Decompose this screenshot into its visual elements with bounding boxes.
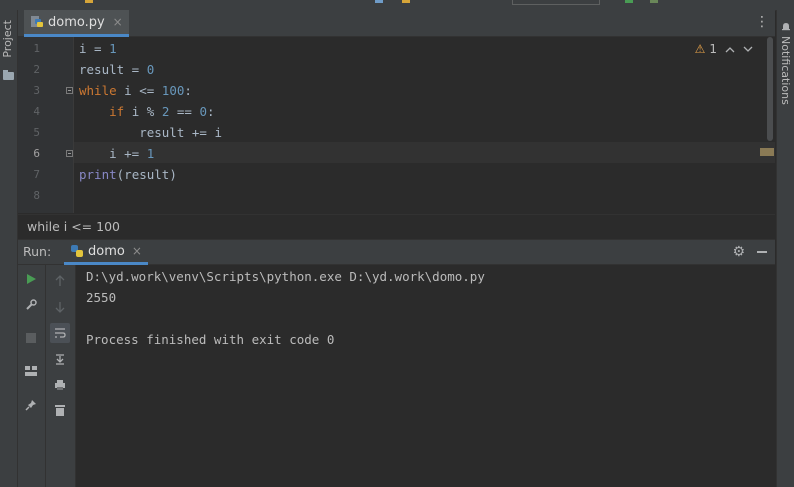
pin-icon[interactable] [21, 395, 41, 415]
rerun-icon[interactable] [21, 269, 41, 289]
bell-icon[interactable] [781, 22, 791, 32]
warning-count: 1 [709, 42, 717, 56]
fold-marker-icon[interactable] [66, 87, 73, 94]
tab-label: domo.py [48, 14, 105, 30]
toolbar-fragment-icon [402, 0, 410, 3]
python-icon [71, 245, 83, 257]
left-tool-stripe: Project [0, 10, 18, 487]
print-icon[interactable] [50, 375, 70, 395]
chevron-down-icon[interactable] [743, 46, 753, 53]
current-line-highlight [74, 142, 775, 163]
code-line[interactable]: i = 1 [79, 41, 117, 56]
vertical-scrollbar[interactable] [767, 37, 773, 141]
code-line[interactable]: while i <= 100: [79, 83, 192, 98]
breadcrumb-item[interactable]: while i <= 100 [27, 219, 120, 234]
code-line[interactable]: i += 1 [79, 146, 154, 161]
run-config-selector[interactable] [512, 0, 600, 5]
line-number: 2 [33, 63, 40, 76]
editor-tab-bar: domo.py × ⋮ [18, 10, 775, 37]
run-tab-close-icon[interactable]: × [132, 244, 142, 258]
console-line: 2550 [86, 290, 117, 305]
code-editor[interactable]: 12345678 i = 1 result = 0 while i <= 100: … [18, 37, 775, 213]
toolbar-fragment-icon [375, 0, 383, 3]
wrench-icon[interactable] [21, 295, 41, 315]
minimize-icon[interactable] [757, 251, 767, 253]
editor-tab-domo-py[interactable]: domo.py × [24, 10, 129, 37]
debug-icon[interactable] [650, 0, 658, 3]
stop-icon[interactable] [21, 328, 41, 348]
line-number: 1 [33, 42, 40, 55]
line-number: 7 [33, 168, 40, 181]
code-line[interactable]: if i % 2 == 0: [79, 104, 214, 119]
code-line[interactable]: result = 0 [79, 62, 154, 77]
folder-icon[interactable] [3, 70, 14, 80]
gear-icon[interactable]: ⚙ [732, 244, 745, 260]
run-toolbar-primary [18, 265, 46, 487]
arrow-down-icon[interactable] [50, 297, 70, 317]
console-line: Process finished with exit code 0 [86, 332, 335, 347]
chevron-up-icon[interactable] [725, 46, 735, 53]
console-line: D:\yd.work\venv\Scripts\python.exe D:\yd… [86, 269, 485, 284]
layout-icon[interactable] [21, 361, 41, 381]
run-toolbar-secondary [46, 265, 76, 487]
python-file-icon [31, 16, 43, 27]
line-number: 3 [33, 84, 40, 97]
warning-icon: ⚠ [694, 42, 706, 56]
arrow-up-icon[interactable] [50, 271, 70, 291]
breadcrumb[interactable]: while i <= 100 [18, 214, 775, 240]
tab-close-icon[interactable]: × [113, 15, 123, 29]
line-number: 8 [33, 189, 40, 202]
code-line[interactable]: print(result) [79, 167, 177, 182]
scroll-to-end-icon[interactable] [50, 349, 70, 369]
line-number: 4 [33, 105, 40, 118]
toolbar-fragment-icon [85, 0, 93, 3]
trash-icon[interactable] [50, 400, 70, 420]
line-number: 5 [33, 126, 40, 139]
right-tool-stripe: Notifications [776, 10, 794, 487]
notifications-tool-button[interactable]: Notifications [779, 36, 792, 105]
run-icon[interactable] [625, 0, 633, 3]
soft-wrap-icon[interactable] [50, 323, 70, 343]
tab-options-icon[interactable]: ⋮ [755, 14, 769, 30]
code-line[interactable]: result += i [79, 125, 222, 140]
project-tool-button[interactable]: Project [1, 20, 14, 58]
run-tab-domo[interactable]: domo × [64, 240, 148, 265]
run-tab-label: domo [88, 243, 125, 259]
console-output[interactable]: D:\yd.work\venv\Scripts\python.exe D:\yd… [76, 265, 775, 487]
inspection-widget[interactable]: ⚠ 1 [695, 42, 753, 56]
run-panel-label: Run: [23, 244, 52, 259]
line-number: 6 [33, 147, 40, 160]
run-panel-header: Run: domo × ⚙ [18, 240, 775, 265]
warning-stripe-marker[interactable] [760, 148, 774, 156]
fold-marker-icon[interactable] [66, 150, 73, 157]
line-gutter: 1 2 3 4 5 6 7 8 [18, 37, 74, 213]
